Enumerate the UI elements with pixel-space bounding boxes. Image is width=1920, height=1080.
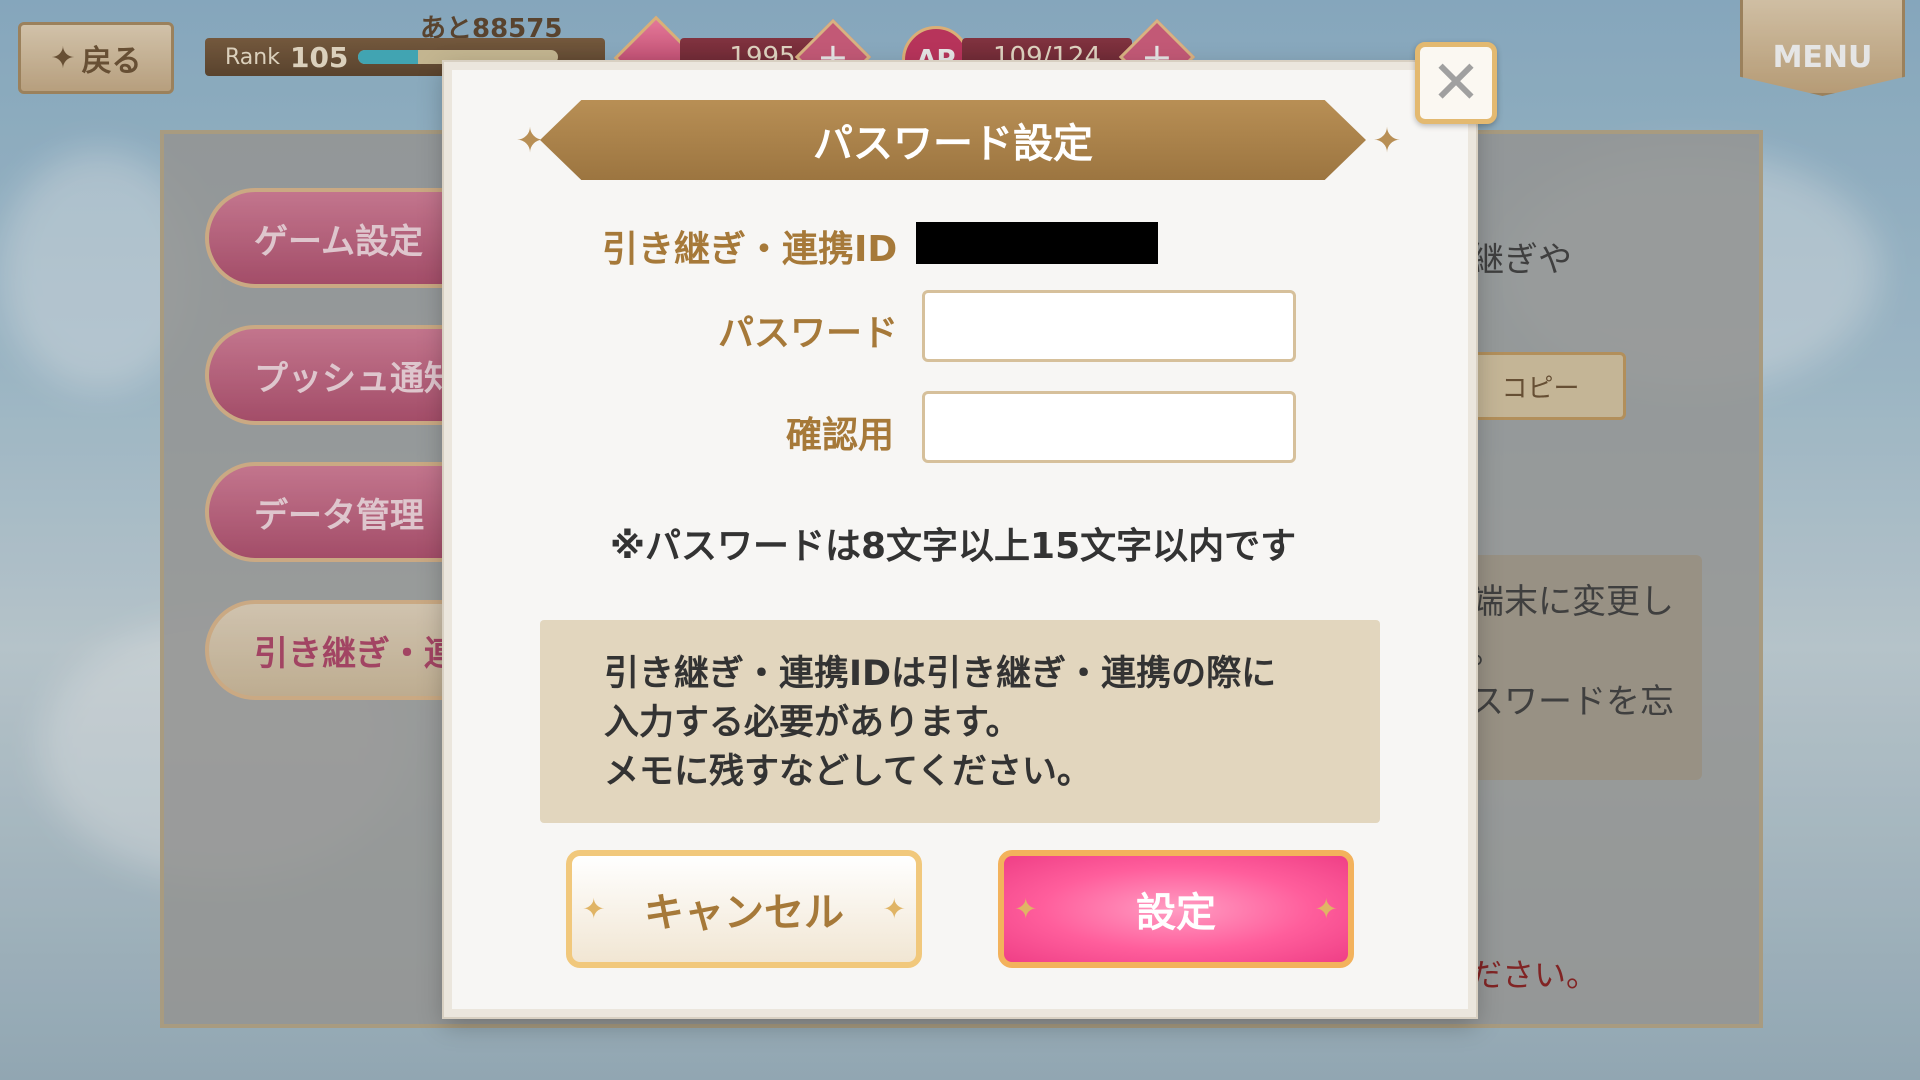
ornament-icon: ✦ xyxy=(515,121,545,161)
close-icon: ✕ xyxy=(1430,48,1482,118)
password-label: パスワード xyxy=(718,313,899,354)
ornament-icon: ✦ xyxy=(1014,892,1038,926)
transfer-id-value-redacted xyxy=(916,222,1158,264)
ornament-icon: ✦ xyxy=(582,892,606,926)
info-line: 引き継ぎ・連携IDは引き継ぎ・連携の際に xyxy=(604,654,1277,694)
transfer-id-label: 引き継ぎ・連携ID xyxy=(602,229,898,270)
password-input[interactable] xyxy=(922,290,1296,362)
set-label: 設定 xyxy=(1136,890,1216,936)
info-line: 入力する必要があります。 xyxy=(604,703,1021,743)
info-box: 引き継ぎ・連携IDは引き継ぎ・連携の際に 入力する必要があります。 メモに残すな… xyxy=(540,620,1380,823)
confirm-password-label: 確認用 xyxy=(786,415,895,456)
ornament-icon: ✦ xyxy=(1314,892,1338,926)
password-rule-note: ※パスワードは8文字以上15文字以内です xyxy=(610,526,1297,567)
set-button[interactable]: ✦ 設定 ✦ xyxy=(998,850,1354,968)
dialog-title: パスワード設定 xyxy=(540,100,1366,180)
close-button[interactable]: ✕ xyxy=(1415,42,1497,124)
ornament-icon: ✦ xyxy=(882,892,906,926)
cancel-button[interactable]: ✦ キャンセル ✦ xyxy=(566,850,922,968)
ornament-icon: ✦ xyxy=(1372,121,1402,161)
info-line: メモに残すなどしてください。 xyxy=(604,752,1092,792)
cancel-label: キャンセル xyxy=(644,890,844,936)
confirm-password-input[interactable] xyxy=(922,391,1296,463)
